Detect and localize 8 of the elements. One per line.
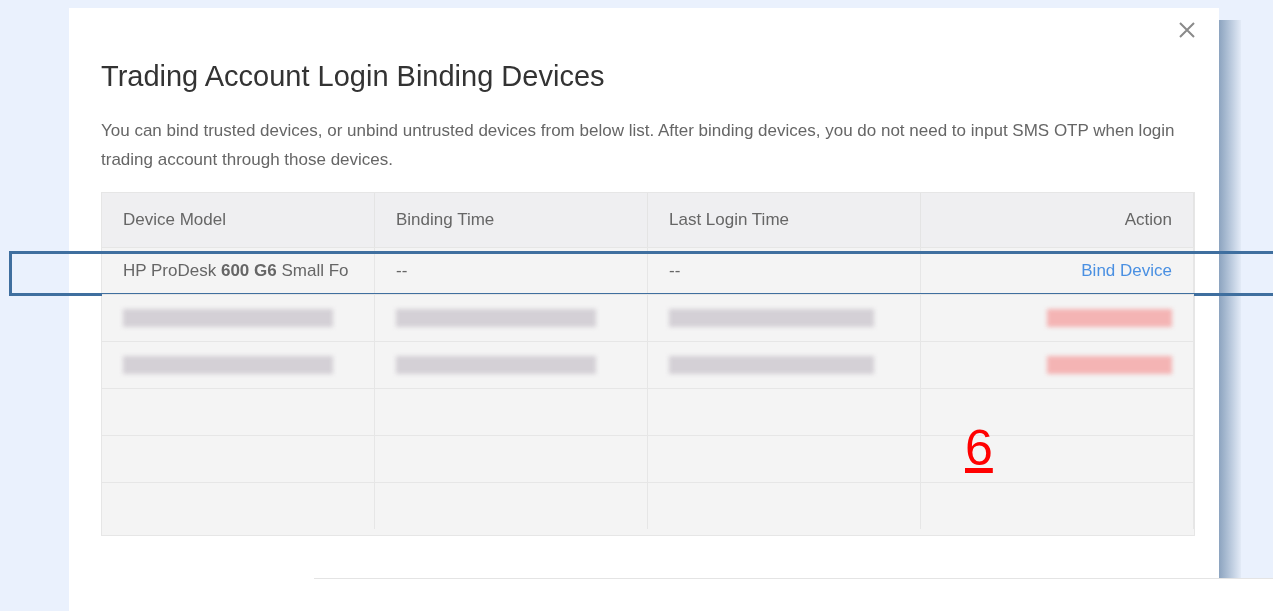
table-cell-text: --	[396, 260, 408, 283]
annotation-number: 6	[965, 419, 993, 478]
dialog-title: Trading Account Login Binding Devices	[101, 59, 606, 94]
bind-device-link[interactable]: Bind Device	[1081, 258, 1172, 284]
close-icon	[1177, 20, 1197, 40]
table-cell-text: --	[669, 260, 681, 283]
dialog-description: You can bind trusted devices, or unbind untrusted devices from below list. After binding devices, you do not need to input SMS OTP when login trading account through those devices.	[101, 120, 1176, 171]
table-cell-text: HP ProDesk 600 G6 Small Fo	[123, 260, 349, 283]
